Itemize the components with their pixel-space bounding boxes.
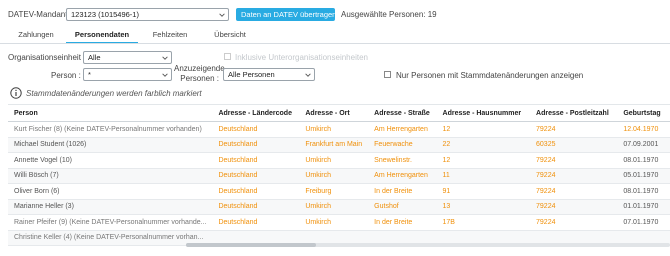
table-cell: Umkirch [299, 152, 369, 169]
table-cell: Deutschland [212, 183, 300, 200]
table-cell: Am Herrengarten [368, 168, 437, 184]
table-cell: Frankfurt am Main [299, 137, 369, 153]
table-row[interactable]: Kurt Fischer (8) (Keine DATEV-Personalnu… [8, 121, 670, 138]
table-cell: 12 [436, 121, 531, 138]
tab-fehlzeiten[interactable]: Fehlzeiten [140, 30, 200, 44]
table-cell: 79224 [530, 121, 618, 138]
column-header-house-number[interactable]: Adresse - Hausnummer [436, 104, 531, 122]
shown-persons-select[interactable]: Alle Personen [223, 68, 315, 81]
column-header-city[interactable]: Adresse - Ort [299, 104, 369, 122]
table-cell: Am Herrengarten [368, 121, 437, 138]
column-header-birthday[interactable]: Geburtstag [617, 104, 670, 122]
table-cell: 79224 [530, 152, 618, 169]
table-cell: 07.09.2001 [617, 137, 670, 153]
table-cell: Snewelinstr. [368, 152, 437, 169]
column-header-street[interactable]: Adresse - Straße [368, 104, 437, 122]
table-cell: 91 [436, 183, 531, 200]
table-cell: 79224 [530, 183, 618, 200]
shown-persons-label-line2: Personen : [180, 74, 219, 83]
person-name-cell: Annette Vogel (10) [8, 152, 213, 169]
tab-uebersicht[interactable]: Übersicht [200, 30, 260, 44]
chevron-down-icon [162, 56, 168, 60]
table-cell: Umkirch [299, 199, 369, 215]
table-row[interactable]: Rainer Pfeifer (9) (Keine DATEV-Personal… [8, 214, 670, 231]
table-cell: 07.01.1970 [617, 214, 670, 231]
mandant-label: DATEV-Mandant : [8, 10, 72, 19]
table-cell: 22 [436, 137, 531, 153]
shown-persons-value: Alle Personen [228, 70, 275, 79]
table-cell: Gutshof [368, 199, 437, 215]
table-cell: 12.04.1970 [617, 121, 670, 138]
table-cell: Deutschland [212, 214, 300, 231]
table-cell: In der Breite [368, 183, 437, 200]
persons-table: Person Adresse - Ländercode Adresse - Or… [8, 104, 670, 246]
table-cell: Freiburg [299, 183, 369, 200]
column-header-country[interactable]: Adresse - Ländercode [212, 104, 300, 122]
person-name-cell: Kurt Fischer (8) (Keine DATEV-Personalnu… [8, 121, 213, 138]
table-cell: Deutschland [212, 137, 300, 153]
table-cell: 79224 [530, 168, 618, 184]
tab-bar: Zahlungen Personendaten Fehlzeiten Übers… [0, 30, 670, 44]
org-unit-value: Alle [88, 53, 101, 62]
chevron-down-icon [219, 13, 225, 17]
table-cell: Deutschland [212, 168, 300, 184]
table-cell: 08.01.1970 [617, 183, 670, 200]
shown-persons-label-line1: Anzuzeigende [174, 64, 225, 73]
mandant-select[interactable]: 123123 (1015496-1) [66, 8, 229, 21]
include-sub-units-checkbox[interactable] [224, 53, 231, 60]
chevron-down-icon [305, 73, 311, 77]
include-sub-units-label: Inklusive Unterorganisationseinheiten [235, 53, 368, 62]
tab-personendaten[interactable]: Personendaten [66, 30, 138, 44]
column-header-person[interactable]: Person [8, 104, 213, 122]
only-changes-label: Nur Personen mit Stammdatenänderungen an… [396, 71, 584, 80]
person-name-cell: Marianne Heller (3) [8, 199, 213, 215]
person-name-cell: Oliver Born (6) [8, 183, 213, 200]
info-text: Stammdatenänderungen werden farblich mar… [26, 89, 202, 98]
table-header-row: Person Adresse - Ländercode Adresse - Or… [8, 104, 670, 122]
table-cell: 13 [436, 199, 531, 215]
person-label: Person : [51, 71, 81, 80]
person-select[interactable]: * [83, 68, 172, 81]
info-icon [10, 87, 22, 99]
table-cell: In der Breite [368, 214, 437, 231]
table-cell: 60325 [530, 137, 618, 153]
table-cell: Umkirch [299, 168, 369, 184]
table-cell: Feuerwache [368, 137, 437, 153]
table-cell: Umkirch [299, 214, 369, 231]
org-unit-select[interactable]: Alle [83, 51, 172, 64]
table-cell: 08.01.1970 [617, 152, 670, 169]
mandant-value: 123123 (1015496-1) [71, 10, 139, 19]
person-value: * [88, 70, 91, 79]
table-cell: Deutschland [212, 121, 300, 138]
table-row[interactable]: Willi Bösch (7) Deutschland Umkirch Am Herr… [8, 168, 670, 184]
only-changes-checkbox[interactable] [384, 71, 391, 78]
table-cell: 11 [436, 168, 531, 184]
selected-persons-count: Ausgewählte Personen: 19 [341, 10, 437, 19]
table-cell: 17B [436, 214, 531, 231]
column-header-postal-code[interactable]: Adresse - Postleitzahl [530, 104, 618, 122]
table-cell: Deutschland [212, 152, 300, 169]
tab-zahlungen[interactable]: Zahlungen [8, 30, 64, 44]
table-row[interactable]: Oliver Born (6) Deutschland Freiburg In der… [8, 183, 670, 200]
person-name-cell: Christine Keller (4) (Keine DATEV-Person… [8, 230, 213, 246]
org-unit-label: Organisationseinheit : [8, 53, 86, 62]
tab-divider [0, 43, 670, 44]
table-cell: Deutschland [212, 199, 300, 215]
chevron-down-icon [162, 73, 168, 77]
transfer-to-datev-button[interactable]: Daten an DATEV übertragen [236, 8, 336, 21]
table-cell: 79224 [530, 199, 618, 215]
person-name-cell: Willi Bösch (7) [8, 168, 213, 184]
table-row[interactable]: Marianne Heller (3) Deutschland Umkirch Gut… [8, 199, 670, 215]
table-cell: 01.01.1970 [617, 199, 670, 215]
scrollbar-thumb[interactable] [186, 243, 316, 247]
table-cell: 79224 [530, 214, 618, 231]
person-name-cell: Michael Student (1026) [8, 137, 213, 153]
table-row[interactable]: Annette Vogel (10) Deutschland Umkirch Snew… [8, 152, 670, 169]
table-row[interactable]: Michael Student (1026) Deutschland Frankfu… [8, 137, 670, 153]
person-name-cell: Rainer Pfeifer (9) (Keine DATEV-Personal… [8, 214, 213, 231]
table-cell: 12 [436, 152, 531, 169]
table-cell: 05.01.1970 [617, 168, 670, 184]
table-cell: Umkirch [299, 121, 369, 138]
